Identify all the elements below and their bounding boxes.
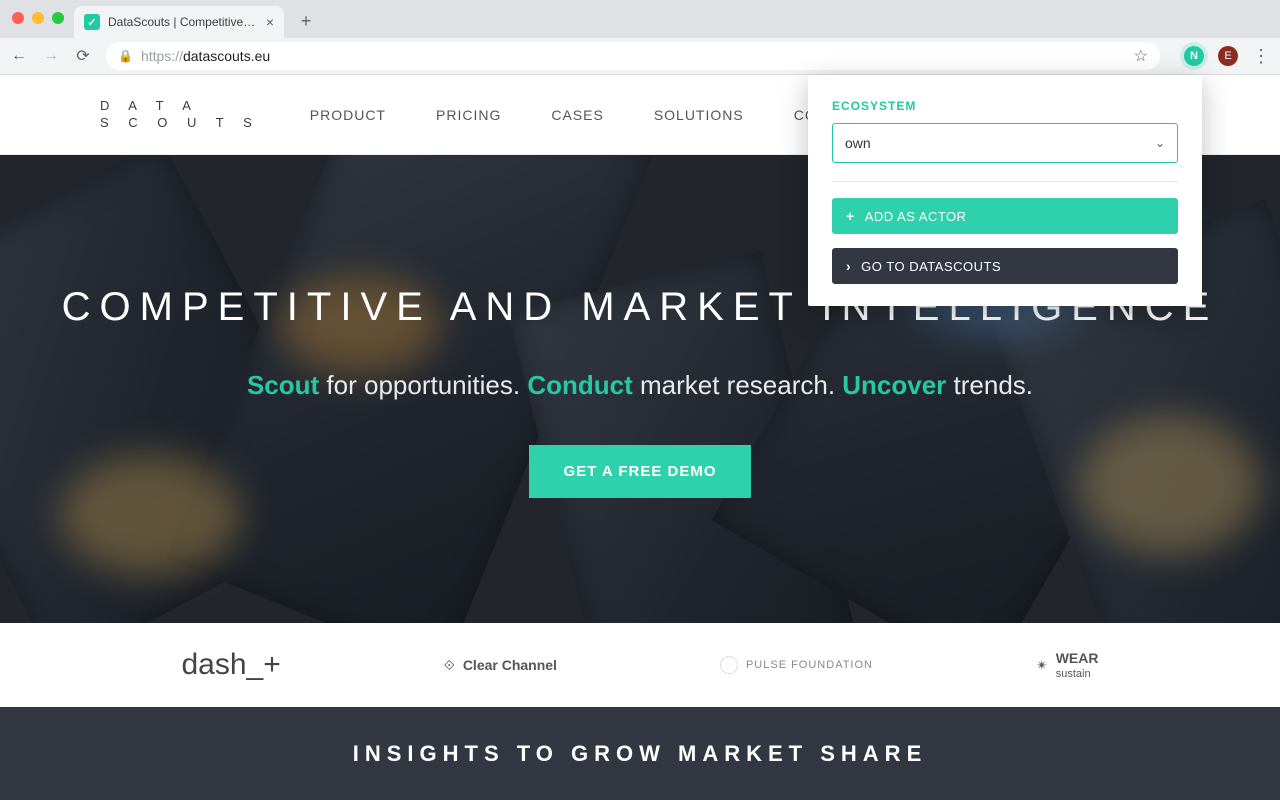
address-bar[interactable]: 🔒 https://datascouts.eu ☆: [106, 42, 1160, 70]
tab-close-icon[interactable]: ×: [266, 14, 274, 30]
tab-favicon-icon: ✓: [84, 14, 100, 30]
partner-clearchannel: ⟐ Clear Channel: [444, 657, 557, 674]
tab-bar: ✓ DataScouts | Competitive Intell × +: [0, 0, 1280, 38]
logo-line-1: D A T A: [100, 98, 260, 114]
site-logo[interactable]: D A T A S C O U T S: [100, 98, 260, 131]
maximize-window-icon[interactable]: [52, 12, 64, 24]
close-window-icon[interactable]: [12, 12, 24, 24]
get-demo-button[interactable]: GET A FREE DEMO: [529, 445, 750, 498]
back-button[interactable]: ←: [10, 47, 28, 65]
partner-strip: dash_+ ⟐ Clear Channel PULSE FOUNDATION …: [0, 623, 1280, 707]
go-to-datascouts-button[interactable]: › GO TO DATASCOUTS: [832, 248, 1178, 284]
ecosystem-select-value: own: [845, 135, 871, 151]
logo-line-2: S C O U T S: [100, 115, 260, 131]
nav-cases[interactable]: CASES: [551, 107, 603, 123]
browser-menu-icon[interactable]: ⋮: [1252, 46, 1270, 67]
minimize-window-icon[interactable]: [32, 12, 44, 24]
extension-icon[interactable]: N: [1184, 46, 1204, 66]
chevron-right-icon: ›: [846, 258, 851, 274]
cog-icon: ✴: [1036, 657, 1048, 674]
nav-pricing[interactable]: PRICING: [436, 107, 501, 123]
new-tab-button[interactable]: +: [296, 11, 316, 32]
add-as-actor-button[interactable]: + ADD AS ACTOR: [832, 198, 1178, 234]
url-text: https://datascouts.eu: [141, 48, 270, 64]
browser-tab[interactable]: ✓ DataScouts | Competitive Intell ×: [74, 6, 284, 38]
forward-button[interactable]: →: [42, 47, 60, 65]
ecosystem-select[interactable]: own ⌄: [832, 123, 1178, 163]
profile-avatar[interactable]: E: [1218, 46, 1238, 66]
bookmark-star-icon[interactable]: ☆: [1134, 46, 1148, 66]
partner-dash: dash_+: [182, 648, 281, 682]
insights-heading: INSIGHTS TO GROW MARKET SHARE: [353, 741, 928, 767]
circle-icon: [720, 656, 738, 674]
nav-product[interactable]: PRODUCT: [310, 107, 386, 123]
window-controls: [12, 12, 64, 24]
extension-popup: ECOSYSTEM own ⌄ + ADD AS ACTOR › GO TO D…: [808, 75, 1202, 306]
tab-title: DataScouts | Competitive Intell: [108, 15, 258, 29]
add-as-actor-label: ADD AS ACTOR: [865, 209, 967, 224]
ecosystem-label: ECOSYSTEM: [832, 99, 1178, 113]
lock-icon: 🔒: [118, 49, 133, 63]
nav-solutions[interactable]: SOLUTIONS: [654, 107, 744, 123]
go-to-datascouts-label: GO TO DATASCOUTS: [861, 259, 1001, 274]
arrow-icon: ⟐: [444, 657, 455, 674]
hero-subhead: Scout for opportunities. Conduct market …: [247, 370, 1033, 401]
browser-toolbar: ← → ⟳ 🔒 https://datascouts.eu ☆ N E ⋮: [0, 38, 1280, 75]
browser-chrome: ✓ DataScouts | Competitive Intell × + ← …: [0, 0, 1280, 75]
popup-divider: [832, 181, 1178, 182]
plus-icon: +: [846, 208, 855, 224]
insights-heading-section: INSIGHTS TO GROW MARKET SHARE: [0, 707, 1280, 800]
main-nav: PRODUCT PRICING CASES SOLUTIONS CONTACT: [310, 107, 868, 123]
chevron-down-icon: ⌄: [1155, 136, 1165, 150]
reload-button[interactable]: ⟳: [74, 46, 92, 66]
partner-wear: ✴ WEARsustain: [1036, 651, 1099, 680]
partner-pulse: PULSE FOUNDATION: [720, 656, 873, 674]
